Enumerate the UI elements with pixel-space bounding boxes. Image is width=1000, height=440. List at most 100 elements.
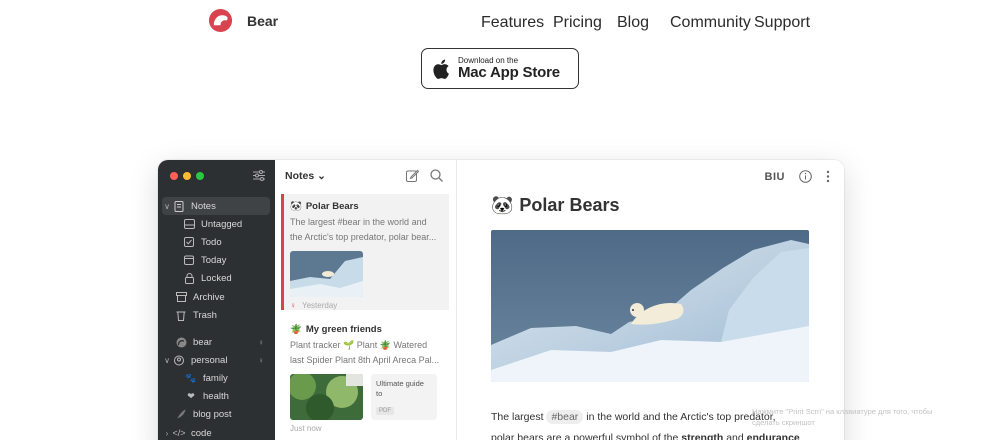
note-thumbnail [290, 374, 363, 420]
checkbox-icon [182, 236, 196, 248]
pin-icon: ♀ [290, 301, 296, 310]
chevron-right-icon[interactable]: › [162, 429, 172, 438]
note-date: ♀ Yesterday [290, 301, 449, 310]
sidebar-item-label: Untagged [201, 218, 243, 230]
apple-icon [433, 59, 449, 79]
sidebar-item-health[interactable]: ❤ health [162, 387, 270, 405]
sidebar-item-label: Todo [201, 236, 222, 248]
body-text: The largest [491, 411, 544, 423]
heart-icon: ❤ [187, 390, 195, 401]
sidebar-item-untagged[interactable]: Untagged [162, 215, 270, 233]
sidebar-item-label: personal [191, 354, 228, 366]
note-title-text: Polar Bears [519, 195, 620, 215]
calendar-icon [182, 254, 196, 266]
sidebar-item-todo[interactable]: Todo [162, 233, 270, 251]
sidebar-item-today[interactable]: Today [162, 251, 270, 269]
feather-icon [174, 408, 188, 420]
note-card-title: 🐼 Polar Bears [290, 201, 449, 212]
sidebar-item-label: Today [201, 254, 227, 266]
info-icon[interactable] [799, 170, 812, 183]
bold-text: strength [681, 432, 724, 440]
sidebar-item-bear[interactable]: bear ♀ [162, 333, 270, 351]
note-attachments: Ultimate guide to PDF [290, 374, 449, 420]
note-title[interactable]: 🐼 Polar Bears [491, 195, 619, 216]
hint-line: Нажмите "Print Scrn" на клавиатуре для т… [752, 407, 933, 416]
sidebar-item-label: family [203, 372, 228, 384]
pdf-badge: PDF [376, 407, 394, 415]
pin-icon: ♀ [258, 337, 264, 347]
sidebar-item-archive[interactable]: Archive [162, 288, 270, 306]
sidebar-item-label: Notes [191, 200, 216, 212]
note-title-text: My green friends [305, 324, 382, 335]
minimize-window-button[interactable] [183, 172, 191, 180]
pin-icon: ♀ [258, 355, 264, 365]
trash-icon [174, 309, 188, 321]
sidebar-item-label: Locked [201, 272, 232, 284]
sidebar-item-blog-post[interactable]: blog post [162, 405, 270, 423]
polar-bear-photo [491, 230, 809, 382]
note-date-text: Yesterday [302, 301, 338, 310]
note-preview-line: the Arctic's top predator, polar bear... [290, 231, 437, 242]
archive-icon [174, 291, 188, 303]
lock-icon [182, 272, 196, 284]
body-text: polar bears are a powerful symbol of the [491, 432, 679, 440]
sidebar-item-locked[interactable]: Locked [162, 269, 270, 287]
note-list-title[interactable]: Notes ⌄ [285, 170, 326, 182]
landing-page: Bear Features Pricing Blog Community Sup… [0, 0, 1000, 440]
note-card-title: 🪴 My green friends [290, 324, 449, 335]
polar-bear-thumbnail-image [290, 251, 363, 297]
nav-blog[interactable]: Blog [617, 14, 649, 32]
sidebar-item-code[interactable]: › </> code [162, 424, 270, 440]
app-window: ∨ Notes Untagged Todo Today Locked Archi… [158, 160, 844, 440]
bear-logo-icon [208, 8, 233, 33]
search-icon[interactable] [430, 169, 443, 182]
sidebar-item-label: health [203, 390, 229, 402]
sidebar-item-personal[interactable]: ∨ personal ♀ [162, 351, 270, 369]
sidebar-item-trash[interactable]: Trash [162, 306, 270, 324]
note-list: Notes ⌄ 🐼 Polar Bears The largest #bear … [275, 160, 457, 440]
note-preview-line: The largest #bear in the world and [290, 217, 427, 227]
bear-tag-icon [174, 336, 188, 348]
app-store-big-text: Mac App Store [458, 64, 560, 81]
bold-text: endurance [746, 432, 800, 440]
filter-icon[interactable] [253, 170, 265, 181]
note-title-text: Polar Bears [305, 201, 359, 212]
note-card-polar-bears[interactable]: 🐼 Polar Bears The largest #bear in the w… [281, 194, 449, 310]
chevron-down-icon[interactable]: ∨ [162, 356, 172, 365]
body-text: and [726, 432, 744, 440]
panda-emoji-icon: 🐼 [290, 201, 302, 212]
untagged-icon [182, 218, 196, 230]
hint-line: сделать скриншот [752, 418, 815, 427]
panda-emoji-icon: 🐼 [491, 195, 514, 215]
sidebar-item-family[interactable]: 🐾 family [162, 369, 270, 387]
pdf-attachment[interactable]: Ultimate guide to PDF [371, 374, 437, 420]
tag-icon [172, 354, 186, 366]
paw-icon: 🐾 [185, 372, 197, 383]
more-options-icon[interactable] [826, 170, 830, 183]
nav-support[interactable]: Support [754, 14, 810, 32]
plants-thumbnail-image [290, 374, 363, 420]
mac-app-store-button[interactable]: Download on the Mac App Store [421, 48, 579, 89]
compose-icon[interactable] [406, 169, 419, 182]
sidebar-item-notes[interactable]: ∨ Notes [162, 197, 270, 215]
screenshot-hint-overlay: Нажмите "Print Scrn" на клавиатуре для т… [752, 406, 952, 428]
body-text: in the world and the Arctic's top predat… [586, 411, 776, 423]
sidebar-item-label: Trash [193, 309, 217, 321]
brand-logo[interactable]: Bear [208, 8, 278, 33]
nav-pricing[interactable]: Pricing [553, 14, 602, 32]
note-card-green-friends[interactable]: 🪴 My green friends Plant tracker 🌱 Plant… [281, 317, 449, 435]
zoom-window-button[interactable] [196, 172, 204, 180]
format-bold-italic-underline-button[interactable]: BIU [765, 171, 785, 183]
close-window-button[interactable] [170, 172, 178, 180]
editor-toolbar: BIU [765, 170, 830, 183]
nav-community[interactable]: Community [670, 14, 751, 32]
note-preview-line: Plant tracker 🌱 Plant 🪴 Watered [290, 340, 428, 350]
note-date: Just now [290, 424, 449, 433]
sidebar-item-label: code [191, 427, 212, 439]
nav-features[interactable]: Features [481, 14, 544, 32]
chevron-down-icon[interactable]: ∨ [162, 202, 172, 211]
sidebar: ∨ Notes Untagged Todo Today Locked Archi… [158, 160, 275, 440]
note-editor: BIU 🐼 Polar Bears The largest #bear in t… [457, 160, 844, 440]
tag-bear[interactable]: #bear [546, 410, 584, 424]
window-controls [170, 172, 204, 180]
